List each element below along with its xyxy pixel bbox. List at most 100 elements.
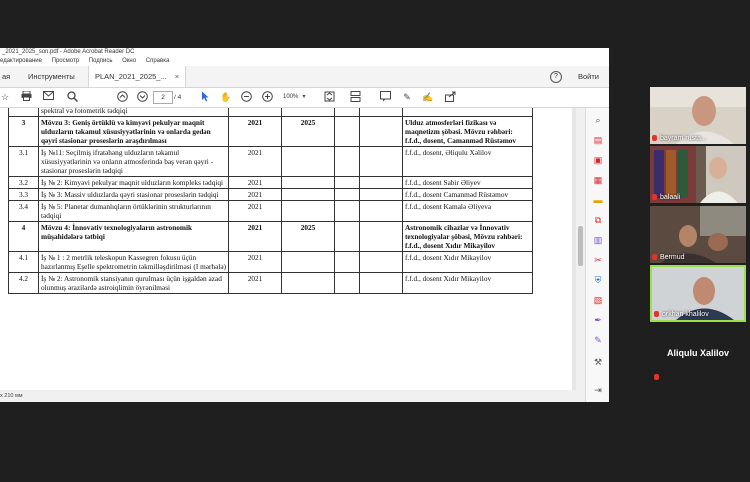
mic-muted-icon [654,374,659,380]
menu-sign[interactable]: Подпись [89,58,113,64]
page-up-icon[interactable] [116,91,128,104]
redact-icon[interactable]: ✂ [592,254,604,266]
status-bar: x 210 мм [0,390,585,402]
participant-video-2[interactable]: balaali [650,146,746,203]
row-empty-cell [359,221,403,252]
row-responsible-cell: f.f.d., dosent Kamalə Əliyeva [402,200,533,222]
table-row: 4 Mövzu 4: İnnovativ texnologiyaların ast… [8,221,533,252]
help-icon[interactable]: ? [549,71,562,84]
meeting-background-bottom [0,402,750,482]
combine-files-icon[interactable]: ⧉ [592,214,604,226]
row-end-year-cell [281,251,335,273]
row-empty-cell [359,188,403,201]
protect-icon[interactable]: ⛨ [592,274,604,286]
participant-name: Bermud [652,254,685,261]
comment-tool-icon[interactable]: ▬ [592,194,604,206]
tab-bar: ая Инструменты PLAN_2021_2025_... × ? Вой… [0,66,609,88]
plan-table: spektral və fotometrik tədqiqi 3 Mövzu 3: … [8,108,533,294]
page-number-input[interactable]: 2 [153,91,173,104]
mic-muted-icon [652,135,657,142]
acrobat-window: _2021_2025_son.pdf - Adobe Acrobat Reade… [0,48,609,402]
comment-icon[interactable] [379,91,391,104]
zoom-out-icon[interactable] [240,91,252,104]
tab-document[interactable]: PLAN_2021_2025_... × [88,66,187,87]
close-icon[interactable]: × [175,72,179,81]
participant-name: balaali [652,194,680,201]
mail-icon[interactable] [42,91,54,104]
row-empty-cell [359,116,403,147]
row-number-cell: 3.4 [8,200,39,222]
row-end-year-cell [281,146,335,177]
pdf-page: spektral və fotometrik tədqiqi 3 Mövzu 3: … [0,108,572,390]
participant-video-1[interactable]: bayram rusta... [650,87,746,144]
fit-page-icon[interactable] [323,91,335,104]
zoom-in-icon[interactable] [261,91,273,104]
optimize-pdf-icon[interactable]: ▧ [592,294,604,306]
row-empty-cell [334,116,360,147]
tab-tools-label: Инструменты [28,72,75,81]
row-end-year-cell [281,188,335,201]
toolbar: ☆ 2 / 4 ✋ 100% ▾ ✎ ✍ [0,88,609,108]
row-number-cell: 3.1 [8,146,39,177]
zoom-value[interactable]: 100% [283,91,298,104]
search-tool-icon[interactable]: ⌕ [592,114,604,126]
mic-muted-icon [654,311,659,318]
more-tools-icon[interactable]: ⚒ [592,356,604,368]
print-icon[interactable] [20,90,32,104]
row-number-cell: 3.3 [8,188,39,201]
page-down-icon[interactable] [136,91,148,104]
row-responsible-cell: f.f.d., dosent Xıdır Mikayilov [402,251,533,273]
create-pdf-icon[interactable]: ▣ [592,154,604,166]
share-icon[interactable] [444,91,456,104]
send-signature-icon[interactable]: ✎ [592,334,604,346]
row-start-year-cell: 2021 [228,116,282,147]
row-number-cell: 4.1 [8,251,39,273]
cursor-icon[interactable] [200,91,210,104]
fill-sign-icon[interactable]: ✒ [592,314,604,326]
menu-help[interactable]: Справка [146,58,170,64]
pen-icon[interactable]: ✎ [401,91,413,104]
row-title-cell: Mövzu 4: İnnovativ texnologiyaların astr… [38,221,229,252]
mic-muted-icon [652,194,657,201]
home-icon[interactable]: ☆ [0,91,10,104]
tab-document-label: PLAN_2021_2025_... [95,72,167,81]
signin-button[interactable]: Войти [578,72,599,81]
search-icon[interactable] [66,91,78,104]
edit-pdf-icon[interactable]: ▦ [592,174,604,186]
participant-tile-5[interactable]: Aliqulu Xalilov [650,348,746,358]
collapse-panel-icon[interactable]: ⇥ [592,384,604,396]
scrollbar-thumb[interactable] [578,226,583,266]
menu-bar: едактирование Просмотр Подпись Окно Спра… [0,57,609,66]
menu-view[interactable]: Просмотр [52,58,79,64]
row-responsible-cell [402,108,533,117]
row-empty-cell [334,176,360,189]
row-end-year-cell [281,176,335,189]
row-empty-cell [359,251,403,273]
tab-tools[interactable]: Инструменты [22,66,81,87]
scroll-mode-icon[interactable] [349,91,361,104]
row-start-year-cell: 2021 [228,176,282,189]
sign-icon[interactable]: ✍ [422,91,434,104]
row-end-year-cell [281,108,335,117]
row-number-cell: 4.2 [8,272,39,294]
table-row: 3.3 İş № 3: Massiv ulduzlarda qəyri stasi… [8,188,533,201]
hand-icon[interactable]: ✋ [220,91,232,104]
participant-video-4-active-speaker[interactable]: orkhan khalilov [650,265,746,322]
participant-name: bayram rusta... [652,135,707,142]
export-pdf-icon[interactable]: ▤ [592,134,604,146]
table-row: 4.1 İş № 1 : 2 metrlik teleskopun Kassegr… [8,251,533,273]
participant-video-3[interactable]: Bermud [650,206,746,263]
row-end-year-cell: 2025 [281,221,335,252]
organize-pages-icon[interactable]: ▥ [592,234,604,246]
menu-edit[interactable]: едактирование [0,58,42,64]
row-start-year-cell: 2021 [228,251,282,273]
tab-bar-right: ? Войти [549,66,599,87]
row-responsible-cell: f.f.d., dosent Camanməd Rüstəmov [402,188,533,201]
chevron-down-icon[interactable]: ▾ [300,91,308,104]
row-empty-cell [334,200,360,222]
menu-window[interactable]: Окно [122,58,136,64]
vertical-scrollbar[interactable] [576,108,585,390]
tab-home[interactable]: ая [0,66,16,87]
row-title-cell: İş №11: Seçilmiş ifratəhəng ulduzların t… [38,146,229,177]
row-start-year-cell: 2021 [228,272,282,294]
